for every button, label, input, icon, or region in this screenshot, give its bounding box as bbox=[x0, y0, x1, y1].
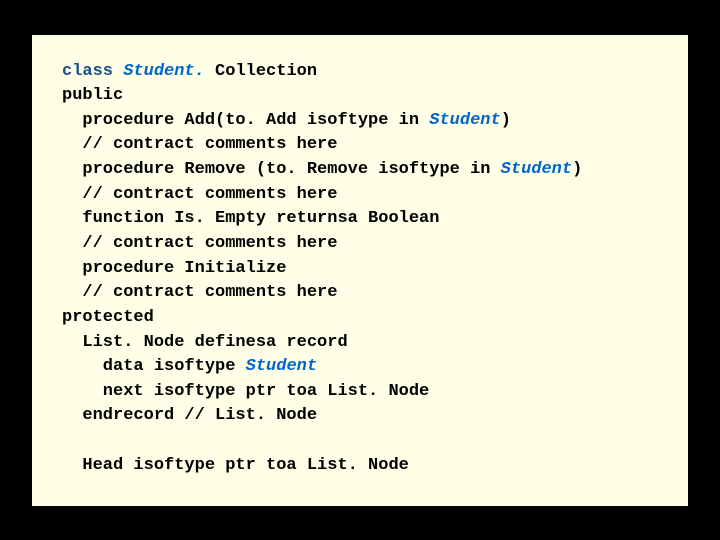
line-11: protected bbox=[62, 308, 154, 327]
line-13b: Student bbox=[246, 357, 317, 376]
line-4: // contract comments here bbox=[62, 135, 337, 154]
line-1-kw: class bbox=[62, 62, 123, 81]
line-17: Head isoftype ptr toa List. Node bbox=[62, 456, 409, 475]
line-3a: procedure Add(to. Add isoftype in bbox=[62, 111, 429, 130]
line-3b: Student bbox=[429, 111, 500, 130]
line-1-type: Student. bbox=[123, 62, 205, 81]
code-slide: class Student. Collection public procedu… bbox=[30, 33, 690, 508]
line-2: public bbox=[62, 86, 123, 105]
line-6: // contract comments here bbox=[62, 185, 337, 204]
code-block: class Student. Collection public procedu… bbox=[62, 60, 658, 479]
line-15: endrecord // List. Node bbox=[62, 406, 317, 425]
line-3c: ) bbox=[501, 111, 511, 130]
line-12: List. Node definesa record bbox=[62, 333, 348, 352]
line-5c: ) bbox=[572, 160, 582, 179]
line-10: // contract comments here bbox=[62, 283, 337, 302]
line-13a: data isoftype bbox=[62, 357, 246, 376]
line-8: // contract comments here bbox=[62, 234, 337, 253]
line-5a: procedure Remove (to. Remove isoftype in bbox=[62, 160, 501, 179]
line-5b: Student bbox=[501, 160, 572, 179]
line-1-rest: Collection bbox=[205, 62, 317, 81]
line-14: next isoftype ptr toa List. Node bbox=[62, 382, 429, 401]
line-7: function Is. Empty returnsa Boolean bbox=[62, 209, 439, 228]
line-9: procedure Initialize bbox=[62, 259, 286, 278]
